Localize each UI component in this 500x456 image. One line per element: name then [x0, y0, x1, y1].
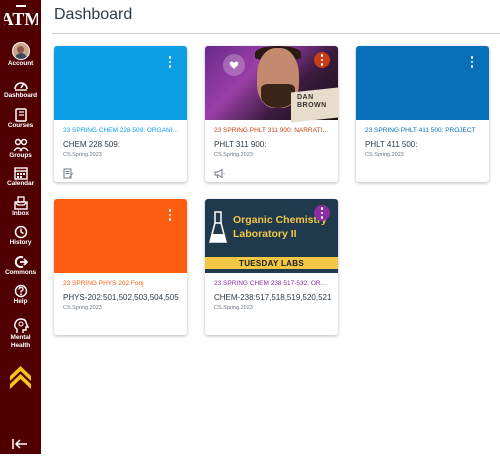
course-card[interactable]: 23 SPRING CHEM 228 509: ORGANIC CHEMISTR… — [54, 46, 187, 182]
book-icon — [14, 108, 27, 122]
nav-item-calendar[interactable]: Calendar — [0, 166, 41, 196]
assignment-icon[interactable] — [63, 166, 74, 179]
card-course-name[interactable]: 23 SPRING PHLT 411 500: PROJECT — [365, 127, 483, 134]
nav-label-help: Help — [13, 298, 28, 305]
card-term: CS.Spring.2023 — [63, 152, 102, 158]
nav-label-history: History — [9, 239, 32, 246]
course-card[interactable]: 23 SPRING PHLT 411 500: PROJECT PHLT 411… — [356, 46, 489, 182]
collapse-nav-icon[interactable] — [11, 437, 29, 451]
clock-icon — [14, 225, 27, 239]
card-options-icon[interactable] — [314, 205, 330, 221]
nav-label-inbox: Inbox — [12, 210, 29, 217]
atm-logo-icon: ATM — [4, 5, 38, 29]
book-cover-text-2: BROWN — [297, 102, 327, 109]
heart-tag-icon — [223, 54, 245, 76]
nav-item-courses[interactable]: Courses — [0, 108, 41, 138]
card-term: CS.Spring.2023 — [214, 305, 253, 311]
nav-item-groups[interactable]: Groups — [0, 138, 41, 168]
card-course-name[interactable]: 23 SPRING PHLT 311 900: NARRATIVES — [214, 127, 332, 134]
speedometer-icon — [13, 82, 28, 91]
nav-item-account[interactable]: Account — [0, 42, 41, 72]
nav-label-groups: Groups — [9, 152, 32, 159]
course-card[interactable]: DAN BROWN 23 SPRING PHLT 311 900: NARRAT… — [205, 46, 338, 182]
double-chevron-up-icon[interactable] — [8, 362, 33, 390]
card-course-code: CHEM-238:517,518,519,520,521 — [214, 293, 332, 302]
nav-label-health: Health — [10, 342, 31, 349]
nav-item-inbox[interactable]: Inbox — [0, 196, 41, 226]
hero-title-line-2: Laboratory II — [233, 228, 297, 240]
nav-label-dashboard: Dashboard — [3, 92, 38, 99]
book-cover-text-1: DAN — [297, 94, 314, 101]
card-course-name[interactable]: 23 SPRING CHEM 228 509: ORGANIC CHEMISTR… — [63, 127, 181, 134]
nav-label-mental: Mental — [10, 334, 31, 341]
nav-label-commons: Commons — [4, 269, 37, 276]
card-options-icon[interactable] — [314, 52, 330, 68]
card-term: CS.Spring.2023 — [365, 152, 404, 158]
course-card[interactable]: Organic Chemistry Laboratory II TUESDAY … — [205, 199, 338, 335]
nav-item-history[interactable]: History — [0, 225, 41, 255]
university-logo[interactable]: ATM — [0, 0, 41, 36]
flask-icon — [209, 211, 227, 243]
global-navigation: ATM Account Dashboard Courses Groups Cal… — [0, 0, 41, 454]
nav-item-help[interactable]: Help — [0, 284, 41, 314]
card-course-code: CHEM 228 509: — [63, 140, 120, 149]
svg-text:ATM: ATM — [4, 9, 38, 29]
card-options-icon[interactable] — [163, 54, 177, 70]
calendar-icon — [13, 167, 28, 180]
nav-item-dashboard[interactable]: Dashboard — [0, 78, 41, 108]
inbox-icon — [13, 196, 28, 210]
card-term: CS.Spring.2023 — [63, 305, 102, 311]
nav-item-mental-health[interactable]: Mental Health — [0, 318, 41, 358]
card-course-code: PHLT 311 900: — [214, 140, 267, 149]
card-term: CS.Spring.2023 — [214, 152, 253, 158]
nav-item-commons[interactable]: Commons — [0, 255, 41, 285]
card-course-name[interactable]: 23 SPRING PHYS 202 Fonj — [63, 280, 181, 287]
hero-title-line-1: Organic Chemistry — [233, 214, 327, 226]
nav-label-account: Account — [7, 60, 34, 67]
card-course-code: PHYS-202:501,502,503,504,505 — [63, 293, 179, 302]
help-icon — [14, 284, 27, 298]
hero-band-text: TUESDAY LABS — [205, 257, 338, 269]
card-options-icon[interactable] — [465, 54, 479, 70]
commons-icon — [14, 256, 28, 268]
card-options-icon[interactable] — [163, 207, 177, 223]
nav-label-courses: Courses — [7, 122, 34, 129]
card-course-code: PHLT 411 500: — [365, 140, 418, 149]
avatar — [11, 42, 30, 60]
page-title: Dashboard — [54, 6, 133, 23]
announcement-icon[interactable] — [214, 166, 225, 179]
users-icon — [12, 138, 29, 152]
head-brain-icon — [13, 318, 29, 333]
nav-label-calendar: Calendar — [6, 180, 34, 187]
course-card[interactable]: 23 SPRING PHYS 202 Fonj PHYS-202:501,502… — [54, 199, 187, 335]
card-course-name[interactable]: 23 SPRING CHEM 238 517-532: ORGANIC — [214, 280, 332, 287]
header-divider — [52, 33, 500, 34]
